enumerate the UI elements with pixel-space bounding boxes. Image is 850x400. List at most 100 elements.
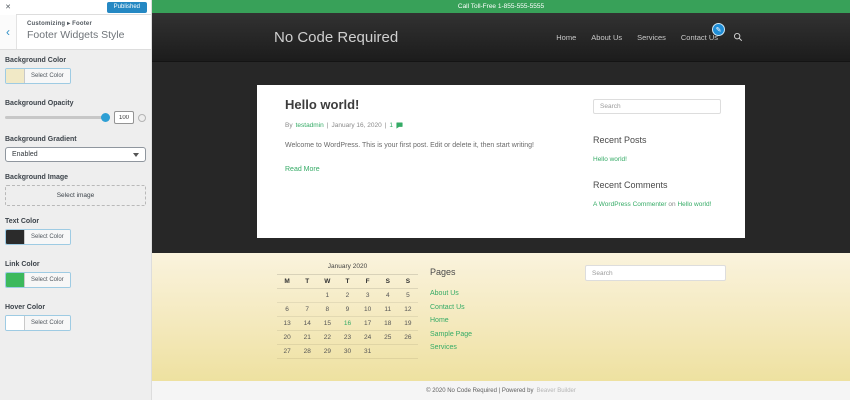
pages-link-services[interactable]: Services bbox=[430, 344, 472, 351]
reset-icon[interactable] bbox=[138, 114, 146, 122]
calendar-day-header: S bbox=[398, 275, 418, 289]
section-header-text: Customizing ▸ Footer Footer Widgets Styl… bbox=[17, 15, 124, 49]
footer-inner: January 2020 M T W T F S S bbox=[257, 253, 745, 381]
calendar-table: M T W T F S S bbox=[277, 274, 418, 359]
background-gradient-select[interactable]: Enabled bbox=[5, 147, 146, 162]
footer-widgets-area: January 2020 M T W T F S S bbox=[152, 253, 850, 381]
calendar-day: 23 bbox=[337, 331, 357, 345]
post: Hello world! By testadmin | January 16, … bbox=[285, 97, 585, 176]
calendar-day: 30 bbox=[337, 345, 357, 359]
topbar: Call Toll-Free 1-855-555-5555 bbox=[152, 0, 850, 13]
calendar-day: 19 bbox=[398, 317, 418, 331]
background-opacity-control: Background Opacity bbox=[5, 100, 146, 124]
calendar-day: 27 bbox=[277, 345, 297, 359]
link-color-label: Link Color bbox=[5, 261, 146, 268]
comment-post-link[interactable]: Hello world! bbox=[677, 201, 711, 208]
site-title[interactable]: No Code Required bbox=[257, 29, 398, 46]
calendar-day: 15 bbox=[317, 317, 337, 331]
meta-by: By bbox=[285, 122, 293, 129]
calendar-day: 29 bbox=[317, 345, 337, 359]
text-color-select-button[interactable]: Select Color bbox=[5, 229, 71, 245]
nav-about-us[interactable]: About Us bbox=[591, 33, 622, 42]
meta-separator: | bbox=[385, 122, 387, 129]
nav-home[interactable]: Home bbox=[556, 33, 576, 42]
calendar-day-header: S bbox=[378, 275, 398, 289]
select-color-label: Select Color bbox=[25, 273, 70, 287]
calendar-widget: January 2020 M T W T F S S bbox=[277, 263, 418, 359]
calendar-day: 6 bbox=[277, 303, 297, 317]
pages-link-sample-page[interactable]: Sample Page bbox=[430, 331, 472, 338]
calendar-day: 1 bbox=[317, 289, 337, 303]
hover-color-select-button[interactable]: Select Color bbox=[5, 315, 71, 331]
recent-post-link[interactable]: Hello world! bbox=[593, 156, 721, 163]
comment-author-link[interactable]: A WordPress Commenter bbox=[593, 201, 667, 208]
calendar-week-row: 27 28 29 30 31 bbox=[277, 345, 418, 359]
calendar-day: 22 bbox=[317, 331, 337, 345]
calendar-day: 13 bbox=[277, 317, 297, 331]
select-color-label: Select Color bbox=[25, 230, 70, 244]
author-link[interactable]: testadmin bbox=[296, 122, 324, 129]
post-excerpt: Welcome to WordPress. This is your first… bbox=[285, 142, 585, 149]
comment-on-text: on bbox=[668, 201, 675, 208]
edit-pencil-icon[interactable]: ✎ bbox=[712, 23, 725, 36]
topbar-phone-text: Call Toll-Free 1-855-555-5555 bbox=[458, 3, 544, 10]
recent-comment: A WordPress Commenter on Hello world! bbox=[593, 201, 721, 208]
calendar-day-header: T bbox=[297, 275, 317, 289]
sidebar-widgets: Recent Posts Hello world! Recent Comment… bbox=[593, 95, 721, 208]
calendar-day: 3 bbox=[358, 289, 378, 303]
background-color-label: Background Color bbox=[5, 57, 146, 64]
calendar-day: 8 bbox=[317, 303, 337, 317]
published-button[interactable]: Published bbox=[107, 2, 147, 13]
comment-bubble-icon bbox=[396, 122, 403, 129]
close-icon[interactable]: ✕ bbox=[0, 0, 16, 15]
copyright-text: © 2020 No Code Required | Powered by bbox=[426, 388, 533, 394]
link-color-select-button[interactable]: Select Color bbox=[5, 272, 71, 288]
calendar-day: 9 bbox=[337, 303, 357, 317]
sidebar-search-input[interactable] bbox=[593, 99, 721, 114]
text-color-label: Text Color bbox=[5, 218, 146, 225]
background-color-control: Background Color Select Color bbox=[5, 57, 146, 88]
chevron-down-icon bbox=[133, 153, 139, 157]
nav-services[interactable]: Services bbox=[637, 33, 666, 42]
pages-title: Pages bbox=[430, 267, 472, 277]
calendar-day-link[interactable]: 16 bbox=[337, 317, 357, 331]
background-opacity-label: Background Opacity bbox=[5, 100, 146, 107]
read-more-link[interactable]: Read More bbox=[285, 166, 320, 173]
opacity-slider-thumb[interactable] bbox=[101, 113, 110, 122]
calendar-day-header: T bbox=[337, 275, 357, 289]
footer-search-input[interactable] bbox=[585, 265, 726, 281]
pages-link-home[interactable]: Home bbox=[430, 317, 472, 324]
calendar-day: 11 bbox=[378, 303, 398, 317]
background-gradient-control: Background Gradient Enabled bbox=[5, 136, 146, 162]
calendar-week-row: 20 21 22 23 24 25 26 bbox=[277, 331, 418, 345]
opacity-value-input[interactable] bbox=[114, 111, 134, 124]
select-image-button[interactable]: Select image bbox=[5, 185, 146, 206]
calendar-day: 10 bbox=[358, 303, 378, 317]
pages-link-contact-us[interactable]: Contact Us bbox=[430, 304, 472, 311]
background-image-label: Background Image bbox=[5, 174, 146, 181]
calendar-day bbox=[398, 345, 418, 359]
post-date: January 16, 2020 bbox=[331, 122, 381, 129]
post-meta: By testadmin | January 16, 2020 | 1 bbox=[285, 122, 585, 129]
nav-contact-us[interactable]: Contact Us bbox=[681, 33, 718, 42]
calendar-day: 4 bbox=[378, 289, 398, 303]
customizer-controls: Background Color Select Color Background… bbox=[0, 50, 151, 335]
back-chevron-icon[interactable]: ‹ bbox=[0, 15, 17, 49]
background-color-select-button[interactable]: Select Color bbox=[5, 68, 71, 84]
calendar-day-header: M bbox=[277, 275, 297, 289]
calendar-day: 7 bbox=[297, 303, 317, 317]
calendar-day: 24 bbox=[358, 331, 378, 345]
post-title[interactable]: Hello world! bbox=[285, 97, 585, 112]
opacity-row bbox=[5, 111, 146, 124]
pages-link-about-us[interactable]: About Us bbox=[430, 290, 472, 297]
content-area: Hello world! By testadmin | January 16, … bbox=[152, 62, 850, 253]
calendar-day: 21 bbox=[297, 331, 317, 345]
comment-count-link[interactable]: 1 bbox=[389, 122, 393, 129]
beaver-builder-link[interactable]: Beaver Builder bbox=[537, 388, 576, 394]
header-search-icon[interactable] bbox=[733, 32, 743, 42]
recent-posts-title: Recent Posts bbox=[593, 135, 721, 145]
background-color-swatch bbox=[6, 69, 25, 83]
calendar-day: 31 bbox=[358, 345, 378, 359]
calendar-day bbox=[297, 289, 317, 303]
opacity-slider[interactable] bbox=[5, 116, 110, 119]
